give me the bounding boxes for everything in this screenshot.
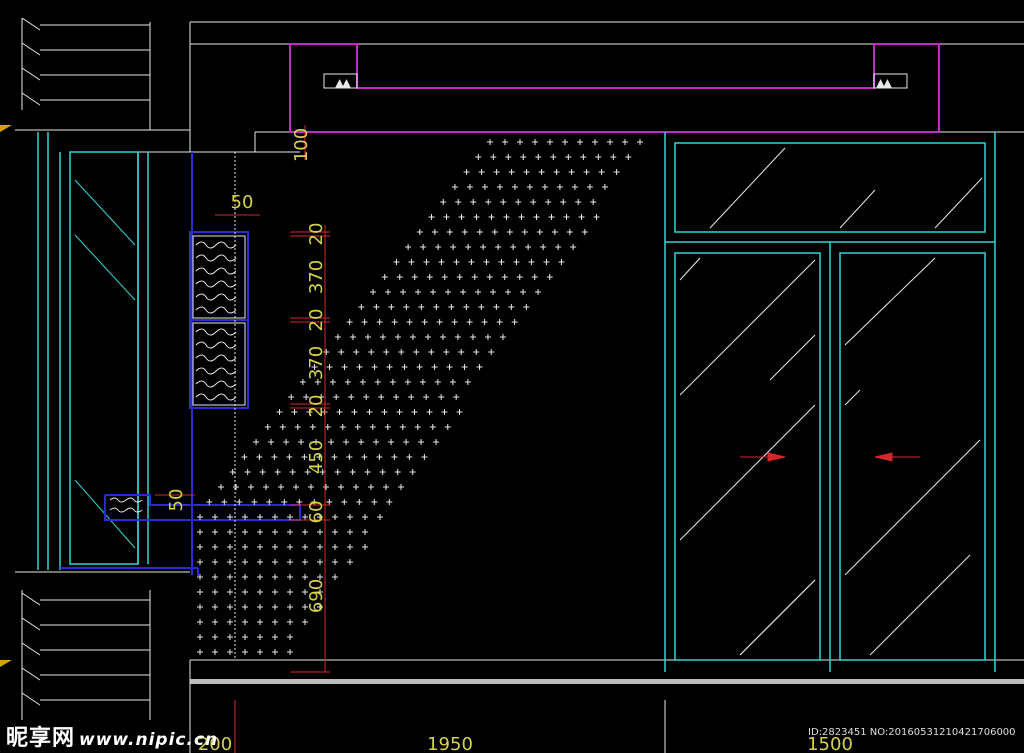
watermark: 昵享网 www.nipic.cn — [6, 720, 218, 752]
decorative-cross-pattern — [197, 139, 643, 655]
wall-hatch-bottom — [15, 571, 190, 720]
dim-v2: 20 — [306, 309, 327, 332]
dim-v1: 370 — [306, 260, 327, 294]
dim-v7: 690 — [306, 579, 327, 613]
cad-elevation-drawing: ▲▲ ▲▲ 100 50 20 370 20 370 20 450 60 690… — [0, 17, 1024, 753]
glass-reflection-lines — [679, 147, 983, 656]
cabinet-panels — [109, 152, 246, 660]
light-fixtures: ▲▲ ▲▲ — [323, 73, 908, 90]
dim-v5: 450 — [306, 440, 327, 474]
dim-upper: 50 — [231, 192, 254, 213]
floor — [189, 659, 1024, 753]
dim-v3: 370 — [306, 346, 327, 380]
soffit-outline — [289, 43, 940, 133]
wall-hatch-top — [21, 17, 151, 130]
dim-v6: 60 — [306, 501, 327, 524]
level-marker-top — [0, 125, 12, 132]
dim-v0: 20 — [306, 223, 327, 246]
dim-shelf: 50 — [166, 489, 187, 512]
dim-v4: 20 — [306, 395, 327, 418]
svg-text:▲▲: ▲▲ — [336, 79, 350, 89]
svg-text:▲▲: ▲▲ — [877, 79, 891, 89]
image-id: ID:2823451 NO:20160531210421706000 — [808, 727, 1016, 738]
side-window — [37, 132, 149, 570]
watermark-brand: 昵享网 — [6, 726, 76, 751]
dimension-labels: 100 50 20 370 20 370 20 450 60 690 50 20… — [166, 128, 853, 753]
level-marker-bottom — [0, 660, 12, 667]
sliding-glass-door — [664, 132, 996, 672]
dim-bottom-1: 1950 — [427, 734, 473, 753]
watermark-url: www.nipic.cn — [79, 730, 219, 750]
dim-top: 100 — [291, 128, 312, 162]
